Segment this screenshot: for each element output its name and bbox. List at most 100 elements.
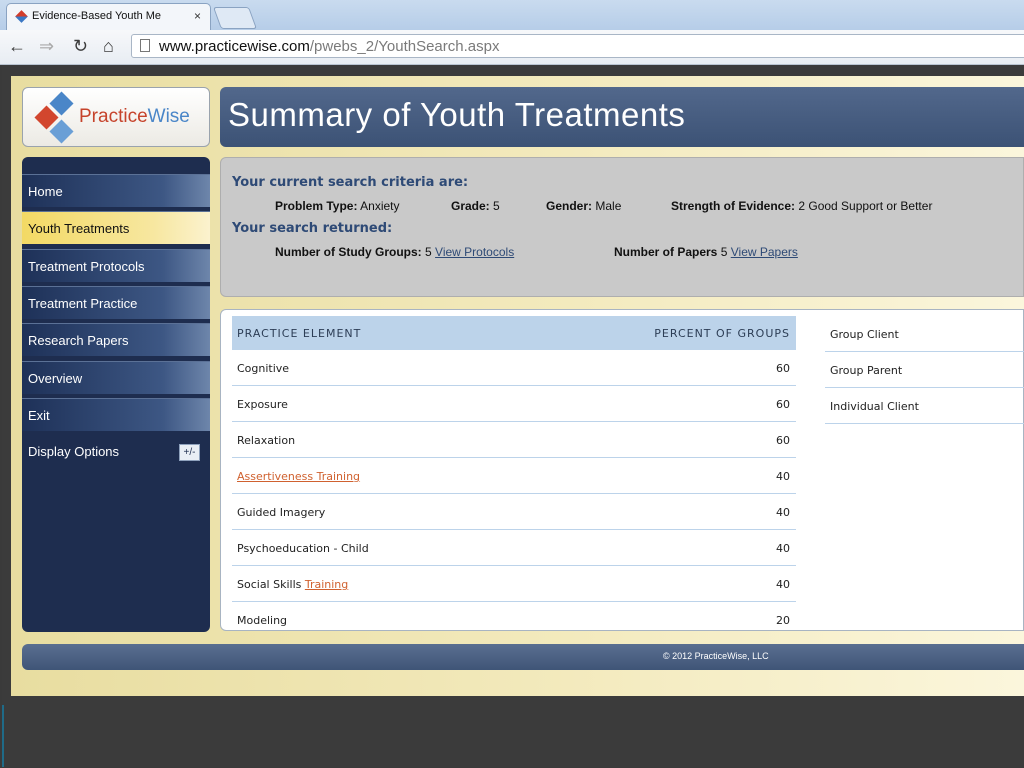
returned-heading: Your search returned: (232, 221, 393, 236)
logo-text-wise: Wise (147, 106, 190, 127)
table-row: Modeling 20 (232, 602, 796, 637)
element-cell: Guided Imagery (237, 506, 326, 519)
reload-icon[interactable]: ↻ (73, 35, 88, 57)
table-row: Guided Imagery 40 (232, 494, 796, 530)
criteria-gender: Gender: Male (546, 199, 621, 213)
logo-text: PracticeWise (79, 106, 190, 128)
element-text: Social Skills (237, 578, 305, 591)
sidebar-item-label: Overview (28, 371, 83, 386)
sidebar-item-youth-treatments[interactable]: Youth Treatments (22, 211, 210, 244)
sidebar-item-label: Treatment Practice (28, 296, 138, 311)
address-bar[interactable]: www.practicewise.com/pwebs_2/YouthSearch… (131, 34, 1024, 58)
papers-value: 5 (720, 245, 728, 259)
sidebar-item-exit[interactable]: Exit (22, 398, 210, 431)
browser-toolbar: ← ⇒ ↻ ⌂ www.practicewise.com/pwebs_2/You… (0, 30, 1024, 65)
element-cell: Relaxation (237, 434, 296, 447)
edge-strip (2, 705, 4, 767)
sidebar-item-label: Youth Treatments (28, 221, 130, 236)
percent-cell: 40 (776, 578, 790, 591)
assertiveness-training-link[interactable]: Assertiveness Training (237, 470, 360, 483)
practicewise-favicon-icon (15, 10, 28, 23)
format-label: Individual Client (830, 400, 919, 413)
format-list: Group Client Group Parent Individual Cli… (825, 316, 1024, 424)
list-item: Group Parent (825, 352, 1024, 388)
percent-cell: 40 (776, 542, 790, 555)
tab-title: Evidence-Based Youth Me (32, 10, 162, 22)
sidebar-item-label: Display Options (28, 444, 120, 459)
problem-type-label: Problem Type: (275, 199, 358, 213)
sidebar-item-label: Exit (28, 408, 50, 423)
papers-count: Number of Papers 5 View Papers (614, 245, 798, 259)
page-footer: © 2012 PracticeWise, LLC (22, 644, 1024, 670)
logo-text-practice: Practice (79, 106, 148, 127)
table-row: Exposure 60 (232, 386, 796, 422)
page-title: Summary of Youth Treatments (228, 96, 686, 133)
list-item: Group Client (825, 316, 1024, 352)
grade-label: Grade: (451, 199, 490, 213)
sidebar-nav: Home Youth Treatments Treatment Protocol… (22, 157, 210, 632)
column-header-practice-element: PRACTICE ELEMENT (237, 327, 362, 340)
table-row: Assertiveness Training 40 (232, 458, 796, 494)
list-item: Individual Client (825, 388, 1024, 424)
url-host: www.practicewise.com (159, 38, 310, 55)
element-cell: Psychoeducation - Child (237, 542, 369, 555)
papers-label: Number of Papers (614, 245, 718, 259)
expand-collapse-toggle[interactable]: +/- (179, 444, 200, 461)
results-panel: PRACTICE ELEMENT PERCENT OF GROUPS Cogni… (220, 309, 1024, 631)
table-header: PRACTICE ELEMENT PERCENT OF GROUPS (232, 316, 796, 350)
criteria-grade: Grade: 5 (451, 199, 500, 213)
element-cell: Exposure (237, 398, 288, 411)
element-cell: Assertiveness Training (237, 470, 360, 483)
practicewise-logo[interactable]: PracticeWise (22, 87, 210, 147)
sidebar-item-label: Research Papers (28, 333, 129, 348)
percent-cell: 60 (776, 434, 790, 447)
table-row: Social Skills Training 40 (232, 566, 796, 602)
sidebar-item-overview[interactable]: Overview (22, 361, 210, 394)
sidebar-item-label: Treatment Protocols (28, 259, 145, 274)
training-link[interactable]: Training (305, 578, 348, 591)
study-groups-count: Number of Study Groups: 5 View Protocols (275, 245, 514, 259)
strength-label: Strength of Evidence: (671, 199, 796, 213)
strength-value: 2 Good Support or Better (798, 199, 933, 213)
sidebar-item-treatment-protocols[interactable]: Treatment Protocols (22, 249, 210, 282)
criteria-problem-type: Problem Type: Anxiety (275, 199, 400, 213)
logo-diamond-icon (49, 119, 74, 144)
back-arrow-icon[interactable]: ← (8, 35, 26, 57)
tab-close-icon[interactable]: × (194, 9, 201, 23)
page-header: Summary of Youth Treatments (220, 87, 1024, 147)
new-tab-button[interactable] (212, 7, 258, 29)
sidebar-item-home[interactable]: Home (22, 174, 210, 207)
percent-cell: 20 (776, 614, 790, 627)
site-frame: PracticeWise Summary of Youth Treatments… (11, 76, 1024, 696)
browser-tabstrip: Evidence-Based Youth Me × (0, 0, 1024, 30)
sidebar-item-display-options[interactable]: Display Options +/- (22, 435, 210, 468)
search-criteria-panel: Your current search criteria are: Proble… (220, 157, 1024, 297)
table-row: Psychoeducation - Child 40 (232, 530, 796, 566)
url-path: /pwebs_2/YouthSearch.aspx (309, 38, 500, 55)
view-papers-link[interactable]: View Papers (731, 245, 798, 259)
sidebar-item-research-papers[interactable]: Research Papers (22, 323, 210, 356)
practice-element-table: PRACTICE ELEMENT PERCENT OF GROUPS Cogni… (232, 316, 796, 637)
address-url[interactable]: www.practicewise.com/pwebs_2/YouthSearch… (159, 38, 499, 55)
percent-cell: 60 (776, 398, 790, 411)
study-groups-value: 5 (425, 245, 432, 259)
view-protocols-link[interactable]: View Protocols (435, 245, 514, 259)
column-header-percent-of-groups: PERCENT OF GROUPS (654, 327, 790, 340)
copyright-text: © 2012 PracticeWise, LLC (663, 651, 769, 661)
percent-cell: 40 (776, 506, 790, 519)
table-row: Cognitive 60 (232, 350, 796, 386)
study-groups-label: Number of Study Groups: (275, 245, 422, 259)
home-icon[interactable]: ⌂ (103, 35, 114, 57)
sidebar-item-label: Home (28, 184, 63, 199)
browser-tab[interactable]: Evidence-Based Youth Me × (6, 3, 211, 30)
page-viewport: PracticeWise Summary of Youth Treatments… (2, 65, 1024, 767)
criteria-strength: Strength of Evidence: 2 Good Support or … (671, 199, 932, 213)
gender-label: Gender: (546, 199, 593, 213)
percent-cell: 40 (776, 470, 790, 483)
grade-value: 5 (493, 199, 500, 213)
percent-cell: 60 (776, 362, 790, 375)
page-icon (140, 39, 150, 52)
forward-arrow-icon[interactable]: ⇒ (39, 35, 54, 57)
element-cell: Cognitive (237, 362, 290, 375)
sidebar-item-treatment-practice[interactable]: Treatment Practice (22, 286, 210, 319)
